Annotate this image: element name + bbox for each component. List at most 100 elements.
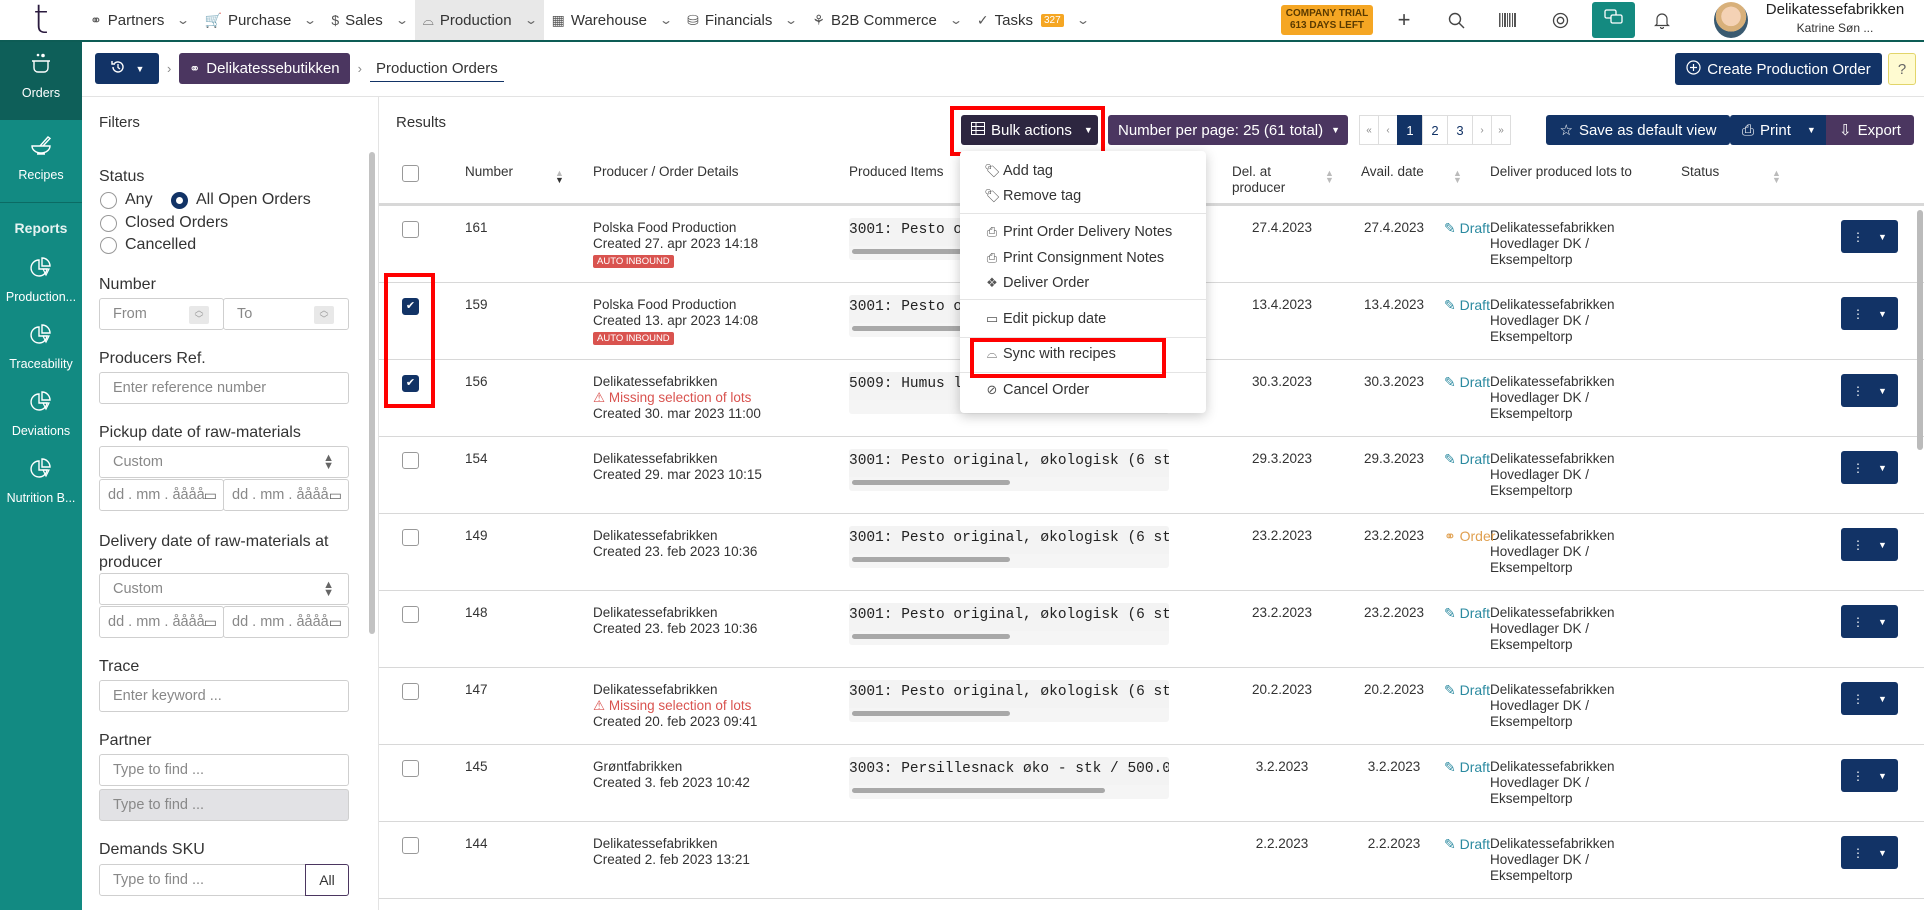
add-icon[interactable]: + [1390, 6, 1418, 34]
row-checkbox[interactable] [402, 837, 419, 854]
per-page-select[interactable]: Number per page: 25 (61 total) ▼ [1108, 115, 1348, 145]
producer-name[interactable]: Delikatessefabrikken [593, 451, 762, 467]
status-radio-all-open[interactable]: All Open Orders [171, 191, 311, 209]
menu-item-remove-tag[interactable]: 🏷 Remove tag [984, 188, 1081, 204]
chevron-down-icon[interactable]: ⌄ [176, 13, 190, 27]
calendar-icon[interactable]: ▭ [204, 614, 217, 631]
table-row[interactable]: 144 Delikatessefabrikken Created 2. feb 20… [379, 822, 1924, 899]
table-row[interactable]: 154 Delikatessefabrikken Created 29. mar 2… [379, 437, 1924, 514]
chat-button[interactable] [1592, 2, 1635, 38]
delivery-date-from[interactable]: dd . mm . åååå ▭ [99, 606, 224, 638]
table-row[interactable]: 145 Grøntfabrikken Created 3. feb 2023 10:… [379, 745, 1924, 822]
producer-name[interactable]: Grøntfabrikken [593, 759, 750, 775]
order-number[interactable]: 156 [465, 374, 488, 390]
number-to-input[interactable]: To ︿ ﹀ [223, 298, 349, 330]
pickup-date-select[interactable]: Custom ▲ ▼ [99, 446, 349, 478]
status-radio-cancelled[interactable]: Cancelled [100, 236, 196, 254]
filters-scrollbar[interactable] [369, 152, 375, 634]
page-1[interactable]: 1 [1397, 115, 1423, 145]
sidebar-item-orders[interactable]: Orders [0, 42, 82, 120]
more-vertical-icon[interactable]: ⋮ [1852, 769, 1864, 783]
order-number[interactable]: 147 [465, 682, 488, 698]
row-checkbox[interactable] [402, 606, 419, 623]
producer-name[interactable]: Delikatessefabrikken [593, 374, 761, 390]
order-number[interactable]: 148 [465, 605, 488, 621]
row-actions-button[interactable]: ⋮ ▼ [1841, 759, 1898, 792]
chevron-down-icon[interactable]: ⌄ [1076, 13, 1090, 27]
chevron-down-icon[interactable]: ⌄ [303, 13, 317, 27]
column-header-avail-date[interactable]: Avail. date [1361, 164, 1424, 180]
help-button[interactable]: ? [1888, 53, 1916, 85]
table-row[interactable]: 149 Delikatessefabrikken Created 23. feb 2… [379, 514, 1924, 591]
barcode-icon[interactable] [1494, 6, 1522, 34]
sort-icon[interactable]: ▲ ▼ [1325, 169, 1334, 185]
chevron-down-icon[interactable]: ⌄ [784, 13, 798, 27]
sidebar-report-deviations[interactable]: Deviations [0, 390, 82, 438]
app-logo[interactable]: t [0, 0, 82, 40]
order-number[interactable]: 149 [465, 528, 488, 544]
produced-items-scrollbar[interactable] [852, 557, 1010, 562]
export-button[interactable]: ⇩ Export [1826, 115, 1914, 145]
user-avatar[interactable] [1714, 2, 1748, 38]
breadcrumb-shop[interactable]: ⚭ Delikatessebutikken [179, 53, 350, 84]
row-actions-button[interactable]: ⋮ ▼ [1841, 451, 1898, 484]
caret-down-icon[interactable]: ▼ [1878, 463, 1887, 473]
row-actions-button[interactable]: ⋮ ▼ [1841, 374, 1898, 407]
demands-sku-input[interactable]: Type to find ... [99, 864, 306, 896]
page-last[interactable]: » [1491, 115, 1511, 145]
row-actions-button[interactable]: ⋮ ▼ [1841, 528, 1898, 561]
status-radio-any[interactable]: Any [100, 191, 153, 209]
page-first[interactable]: « [1359, 115, 1379, 145]
status-radio-closed[interactable]: Closed Orders [100, 214, 228, 232]
more-vertical-icon[interactable]: ⋮ [1852, 307, 1864, 321]
page-next[interactable]: › [1472, 115, 1492, 145]
sort-icon[interactable]: ▲ ▼ [1772, 169, 1781, 185]
print-button[interactable]: ⎙ Print ▼ [1730, 115, 1827, 145]
sidebar-report-nutrition-b[interactable]: Nutrition B... [0, 457, 82, 505]
row-checkbox[interactable] [402, 221, 419, 238]
produced-item[interactable]: 3001: Pesto original, økologisk (6 stk) [849, 449, 1169, 477]
chevron-down-icon[interactable]: ⌄ [659, 13, 673, 27]
producer-name[interactable]: Delikatessefabrikken [593, 836, 750, 852]
row-checkbox[interactable] [402, 760, 419, 777]
page-2[interactable]: 2 [1422, 115, 1448, 145]
caret-down-icon[interactable]: ▼ [1878, 386, 1887, 396]
menu-item-print-order-delivery-notes[interactable]: ⎙ Print Order Delivery Notes [984, 224, 1172, 240]
trace-input[interactable]: Enter keyword ... [99, 680, 349, 712]
caret-down-icon[interactable]: ▼ [1878, 309, 1887, 319]
producer-name[interactable]: Polska Food Production [593, 220, 758, 236]
order-number[interactable]: 144 [465, 836, 488, 852]
caret-down-icon[interactable]: ▼ [1878, 232, 1887, 242]
menu-item-cancel-order[interactable]: ⊘ Cancel Order [984, 382, 1090, 398]
chevron-down-icon[interactable]: ⌄ [524, 13, 538, 27]
producer-name[interactable]: Delikatessefabrikken [593, 605, 757, 621]
history-button[interactable]: ▼ [95, 53, 159, 84]
demands-sku-all-button[interactable]: All [305, 864, 349, 896]
calendar-icon[interactable]: ▭ [204, 487, 217, 504]
order-number[interactable]: 154 [465, 451, 488, 467]
table-row[interactable]: 148 Delikatessefabrikken Created 23. feb 2… [379, 591, 1924, 668]
more-vertical-icon[interactable]: ⋮ [1852, 692, 1864, 706]
row-actions-button[interactable]: ⋮ ▼ [1841, 682, 1898, 715]
chevron-down-icon[interactable]: ⌄ [949, 13, 963, 27]
select-all-checkbox[interactable] [402, 165, 419, 182]
column-header-number[interactable]: Number [465, 164, 513, 180]
caret-down-icon[interactable]: ▼ [1878, 771, 1887, 781]
produced-items-scrollbar[interactable] [852, 480, 1010, 485]
number-from-input[interactable]: From ︿ ﹀ [99, 298, 224, 330]
produced-item[interactable]: 3001: Pesto original, økologisk (6 stk) [849, 680, 1169, 708]
produced-items-scrollbar[interactable] [852, 711, 1010, 716]
partner-input[interactable]: Type to find ... [99, 754, 349, 786]
spinner-icon[interactable]: ︿ ﹀ [314, 306, 334, 324]
producers-ref-input[interactable]: Enter reference number [99, 372, 349, 404]
row-actions-button[interactable]: ⋮ ▼ [1841, 836, 1898, 869]
order-number[interactable]: 159 [465, 297, 488, 313]
lifebuoy-icon[interactable] [1546, 6, 1574, 34]
pickup-date-from[interactable]: dd . mm . åååå ▭ [99, 479, 224, 511]
produced-items-scrollbar[interactable] [852, 788, 1105, 793]
delivery-date-to[interactable]: dd . mm . åååå ▭ [223, 606, 349, 638]
more-vertical-icon[interactable]: ⋮ [1852, 230, 1864, 244]
calendar-icon[interactable]: ▭ [329, 487, 342, 504]
chevron-down-icon[interactable]: ⌄ [395, 13, 409, 27]
table-row[interactable]: 147 Delikatessefabrikken ⚠ Missing selecti… [379, 668, 1924, 745]
